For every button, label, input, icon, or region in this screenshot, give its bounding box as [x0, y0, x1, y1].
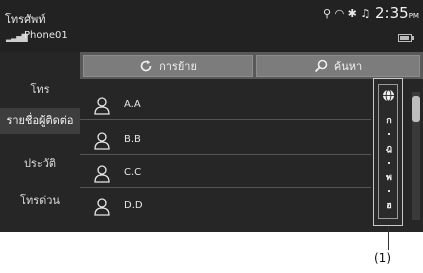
index-separator-dot	[388, 190, 390, 192]
clock: 2:35PM	[375, 4, 419, 22]
sidebar-item-label: โทร	[30, 83, 50, 96]
index-separator-dot	[388, 162, 390, 164]
sync-icon	[140, 60, 152, 72]
phone-screen: โทรศัพท์ ▂▃▅▇ Phone01 ⚲ ◠ ✱ ♫ 2:35PM โทร…	[0, 0, 423, 232]
sidebar: โทร รายชื่อผู้ติดต่อ ประวัติ โทรด่วน	[0, 52, 80, 232]
bluetooth-icon: ✱	[347, 7, 357, 20]
search-button[interactable]: ค้นหา	[256, 55, 420, 77]
index-letter-3[interactable]: พ	[379, 170, 399, 184]
app-title: โทรศัพท์	[5, 13, 46, 26]
index-letter-2[interactable]: ฎ	[379, 141, 399, 155]
alphabet-index-frame: ก ฎ พ ฮ	[378, 84, 398, 219]
person-icon	[94, 165, 110, 183]
person-icon	[94, 198, 110, 216]
person-icon	[94, 132, 110, 150]
contact-name: C.C	[124, 167, 142, 178]
status-bar: โทรศัพท์ ▂▃▅▇ Phone01 ⚲ ◠ ✱ ♫ 2:35PM	[0, 0, 423, 52]
sidebar-item-history[interactable]: ประวัติ	[0, 154, 80, 172]
status-icons: ⚲ ◠ ✱ ♫	[323, 7, 370, 20]
contact-row-1[interactable]: A.A	[80, 92, 371, 120]
wifi-icon: ◠	[334, 7, 345, 20]
connected-phone-name: Phone01	[24, 30, 68, 41]
clock-ampm: PM	[408, 12, 419, 20]
search-label: ค้นหา	[333, 60, 363, 73]
alphabet-index-bar[interactable]: ก ฎ พ ฮ	[373, 78, 403, 226]
globe-icon[interactable]	[382, 89, 395, 102]
transfer-button[interactable]: การย้าย	[83, 55, 253, 77]
sidebar-item-label: โทรด่วน	[20, 194, 60, 207]
contact-name: A.A	[124, 99, 141, 110]
contacts-list: A.A B.B C.C D.D	[80, 92, 371, 232]
sidebar-item-call[interactable]: โทร	[0, 80, 80, 98]
contact-row-4[interactable]: D.D	[80, 193, 371, 220]
phone-connection-icon: ⚲	[323, 7, 332, 20]
contact-row-3[interactable]: C.C	[80, 160, 371, 188]
sidebar-item-speed-dial[interactable]: โทรด่วน	[0, 191, 80, 209]
battery-icon	[398, 34, 414, 42]
sidebar-item-label: ประวัติ	[23, 157, 57, 170]
contact-name: B.B	[124, 134, 141, 145]
sidebar-item-contacts[interactable]: รายชื่อผู้ติดต่อ	[0, 108, 80, 134]
index-letter-1[interactable]: ก	[379, 113, 399, 127]
search-icon	[314, 59, 328, 73]
callout-line	[388, 226, 389, 250]
transfer-label: การย้าย	[159, 60, 197, 73]
person-icon	[94, 97, 110, 115]
contact-row-2[interactable]: B.B	[80, 127, 371, 155]
clock-time: 2:35	[375, 4, 409, 22]
callout-label: (1)	[374, 251, 391, 265]
audio-streaming-icon: ♫	[360, 7, 371, 20]
toolbar: การย้าย ค้นหา	[80, 52, 423, 79]
scrollbar-thumb[interactable]	[412, 96, 420, 122]
index-separator-dot	[388, 133, 390, 135]
sidebar-item-label: รายชื่อผู้ติดต่อ	[6, 114, 74, 127]
contact-name: D.D	[124, 200, 143, 211]
index-letter-4[interactable]: ฮ	[379, 198, 399, 212]
